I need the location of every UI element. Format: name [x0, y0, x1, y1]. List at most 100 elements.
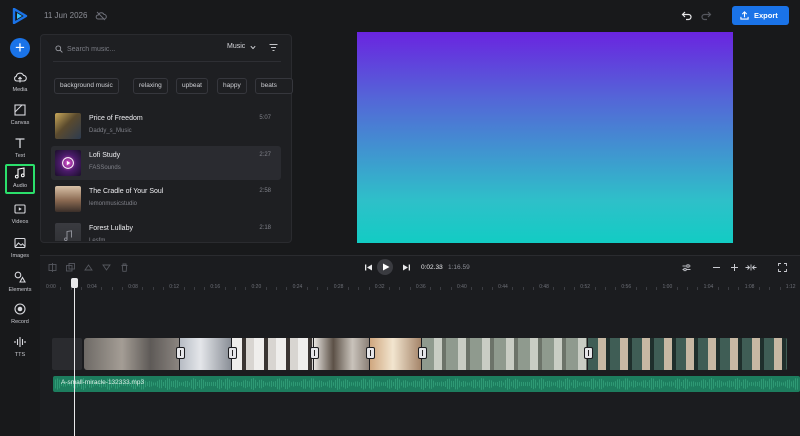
play-button[interactable]: [377, 259, 393, 275]
filter-chip[interactable]: beats: [255, 78, 293, 94]
transition-button[interactable]: [418, 347, 427, 359]
waveform-bar: [727, 381, 728, 387]
track-list-item[interactable]: Forest Lullaby Lesfm 2:18: [51, 219, 281, 241]
sidebar-item-record[interactable]: Record: [2, 300, 38, 330]
sidebar-item-text[interactable]: Text: [2, 134, 38, 164]
move-up-icon[interactable]: [84, 263, 93, 272]
video-clip[interactable]: [370, 338, 422, 370]
play-circle-icon[interactable]: [62, 157, 74, 169]
sidebar-item-media[interactable]: Media: [2, 68, 38, 98]
export-button[interactable]: Export: [732, 6, 789, 25]
sidebar-item-images[interactable]: Images: [2, 234, 38, 264]
ruler-minor-tick: [389, 287, 391, 290]
ruler-minor-tick: [317, 287, 319, 290]
zoom-out-icon[interactable]: [712, 263, 721, 272]
waveform-bar: [407, 381, 408, 387]
fullscreen-icon[interactable]: [778, 263, 787, 272]
filter-chip[interactable]: relaxing: [133, 78, 168, 94]
waveform-bar: [249, 381, 250, 387]
category-select[interactable]: Music: [227, 43, 245, 50]
waveform-bar: [585, 380, 586, 388]
waveform-bar: [773, 380, 774, 388]
transition-button[interactable]: [366, 347, 375, 359]
undo-icon[interactable]: [681, 9, 693, 21]
waveform-bar: [239, 382, 240, 386]
filter-chip[interactable]: happy: [217, 78, 247, 94]
waveform-bar: [689, 381, 690, 387]
track-list-item[interactable]: Lofi Study FASSounds 2:27: [51, 146, 281, 180]
waveform-bar: [783, 382, 784, 386]
track-add-slot[interactable]: [52, 338, 82, 370]
waveform-bar: [389, 379, 390, 389]
video-clip[interactable]: [180, 338, 232, 370]
sidebar-item-audio[interactable]: Audio: [5, 164, 35, 194]
canvas-preview[interactable]: [357, 32, 733, 243]
filter-icon[interactable]: [269, 43, 278, 52]
waveform-bar: [367, 382, 368, 386]
waveform-bar: [785, 381, 786, 387]
waveform-bar: [417, 381, 418, 387]
sidebar-item-elements[interactable]: Elements: [2, 268, 38, 298]
transition-button[interactable]: [584, 347, 593, 359]
transition-button[interactable]: [310, 347, 319, 359]
waveform-bar: [275, 380, 276, 388]
waveform-bar: [519, 381, 520, 387]
add-button[interactable]: +: [10, 38, 30, 58]
waveform-bar: [205, 381, 206, 387]
chevron-down-icon[interactable]: [250, 45, 256, 50]
sidebar-item-label: Videos: [11, 219, 29, 225]
move-down-icon[interactable]: [102, 263, 111, 272]
ruler-minor-tick: [645, 287, 647, 290]
waveform-bar: [537, 382, 538, 386]
waveform-bar: [215, 381, 216, 387]
waveform-bar: [253, 378, 254, 390]
skip-back-icon[interactable]: [364, 263, 373, 272]
fit-timeline-icon[interactable]: [745, 263, 757, 272]
track-list-item[interactable]: Price of Freedom Daddy_s_Music 5:07: [51, 109, 281, 143]
ruler-tick-label: 0:40: [457, 284, 467, 290]
audio-track[interactable]: A-small-miracle-132333.mp3: [53, 376, 800, 392]
sidebar-item-tts[interactable]: TTS: [2, 333, 38, 363]
filter-chip[interactable]: background music: [54, 78, 119, 94]
panel-divider: [53, 61, 281, 62]
waveform-bar: [517, 379, 518, 389]
waveform-bar: [203, 379, 204, 389]
sidebar-item-canvas[interactable]: Canvas: [2, 101, 38, 131]
zoom-in-icon[interactable]: [730, 263, 739, 272]
settings-sliders-icon[interactable]: [682, 263, 691, 272]
filter-chip[interactable]: upbeat: [176, 78, 208, 94]
video-clip[interactable]: [314, 338, 370, 370]
ruler-tick-label: 1:04: [703, 284, 714, 290]
waveform-bar: [503, 382, 504, 386]
split-icon[interactable]: [48, 263, 57, 272]
video-clip[interactable]: [422, 338, 588, 370]
waveform-bar: [565, 378, 566, 390]
video-track[interactable]: [84, 338, 788, 370]
ruler-minor-tick: [101, 287, 103, 290]
video-clip[interactable]: [84, 338, 180, 370]
transition-button[interactable]: [228, 347, 237, 359]
waveform-bar: [457, 378, 458, 390]
waveform-bar: [231, 382, 232, 386]
redo-icon[interactable]: [700, 9, 712, 21]
video-clip[interactable]: [588, 338, 788, 370]
waveform-bar: [647, 382, 648, 386]
waveform-bar: [171, 381, 172, 387]
delete-icon[interactable]: [120, 263, 129, 272]
search-input[interactable]: [67, 42, 207, 56]
skip-forward-icon[interactable]: [402, 263, 411, 272]
waveform-bar: [319, 380, 320, 388]
waveform-bar: [759, 381, 760, 387]
duplicate-icon[interactable]: [66, 263, 75, 272]
playhead-handle[interactable]: [71, 278, 78, 288]
transition-button[interactable]: [176, 347, 185, 359]
app-logo-icon[interactable]: [12, 8, 28, 24]
waveform-bar: [679, 379, 680, 389]
waveform-bar: [613, 382, 614, 386]
track-list-item[interactable]: The Cradle of Your Soul lemonmusicstudio 2…: [51, 182, 281, 216]
waveform-bar: [289, 380, 290, 388]
waveform-bar: [183, 381, 184, 387]
sidebar-item-videos[interactable]: Videos: [2, 200, 38, 230]
waveform-bar: [593, 378, 594, 390]
video-clip[interactable]: [232, 338, 314, 370]
